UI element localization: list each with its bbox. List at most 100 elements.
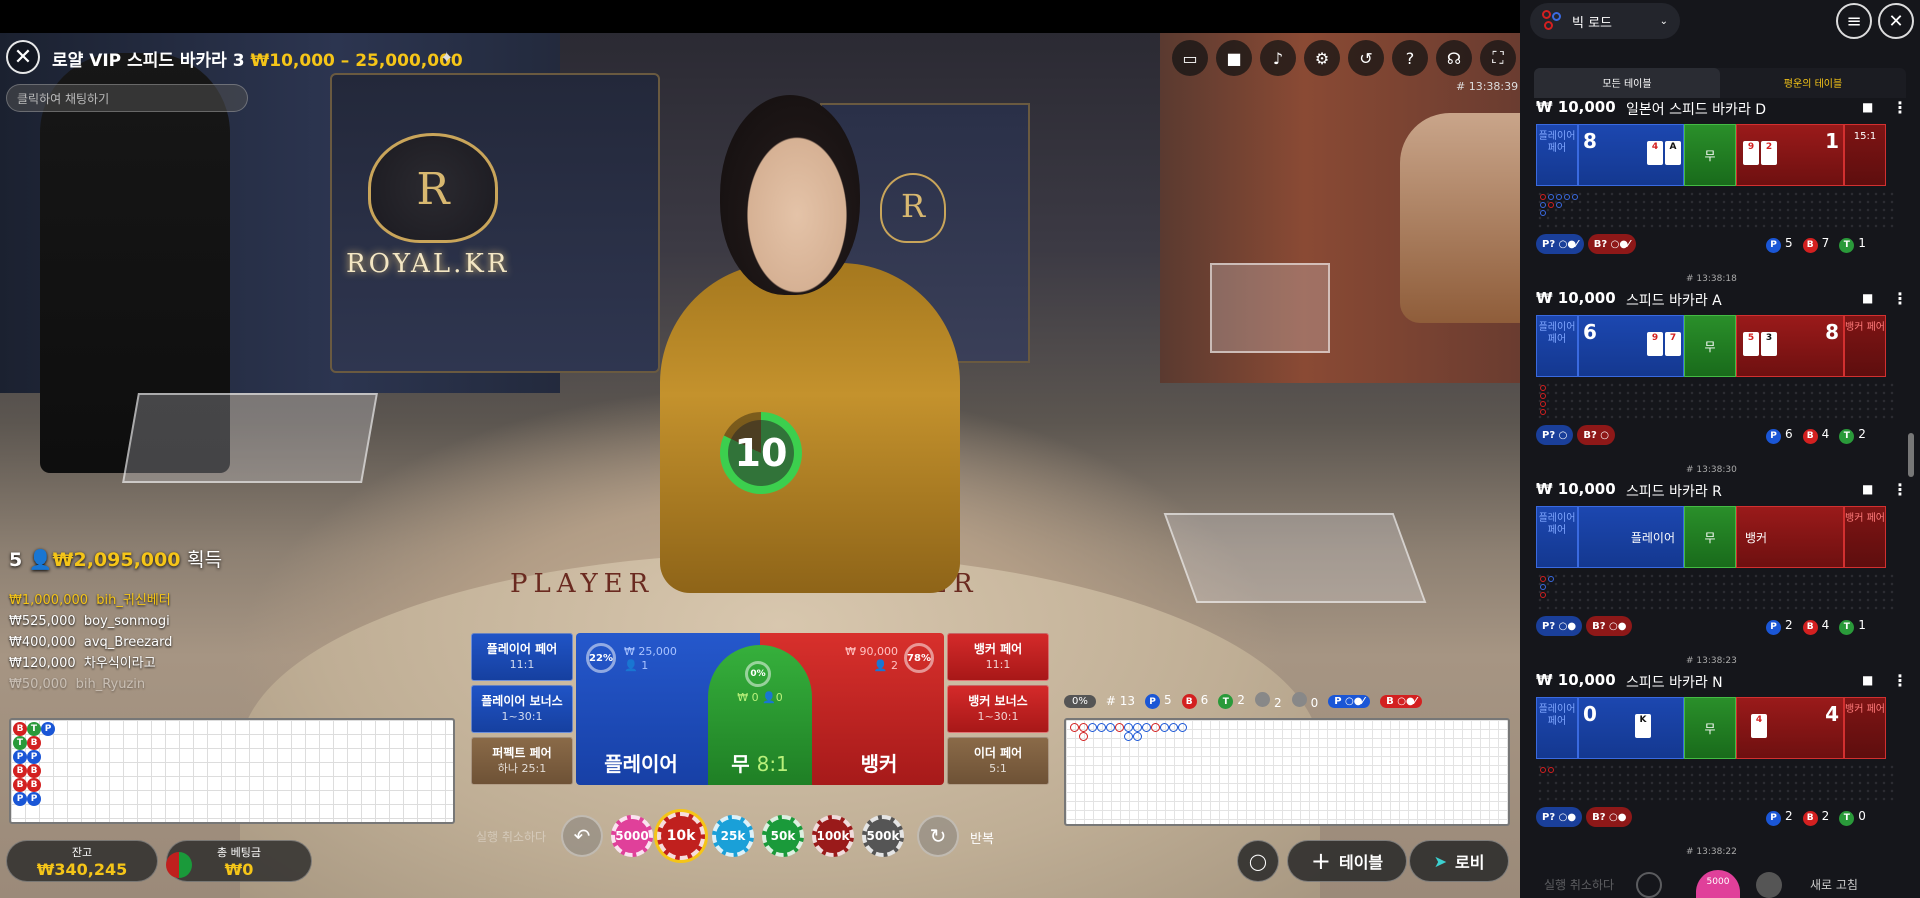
banker-prediction[interactable]: B ○●⁄ (1380, 694, 1423, 708)
chat-icon[interactable]: ▭ (1172, 40, 1208, 76)
user-icon: 👤 (762, 691, 776, 704)
winner-row: ₩50,000 bih_Ryuzin (9, 677, 146, 692)
chip-50k[interactable]: 50k (762, 815, 804, 857)
more-icon[interactable]: ⋮ (1892, 289, 1908, 308)
tie-bet[interactable]: 0% ₩ 0 👤0 무 8:1 (708, 645, 812, 785)
undo-icon[interactable]: ↶ (561, 815, 603, 857)
perfect-pair-bet[interactable]: 퍼펙트 페어 하나 25:1 (471, 737, 573, 785)
history-icon[interactable]: ↺ (1348, 40, 1384, 76)
close-icon[interactable]: ✕ (6, 40, 40, 74)
round-clock: # 13:38:39 (1456, 80, 1519, 93)
repeat-icon[interactable]: ↻ (917, 815, 959, 857)
chip-25k[interactable]: 25k (712, 815, 754, 857)
big-road-result (1097, 723, 1106, 732)
lobby-button[interactable]: ➤ 로비 (1409, 840, 1509, 882)
big-road-result (1088, 723, 1097, 732)
close-icon[interactable]: ✕ (1878, 3, 1914, 39)
big-road-result (1124, 732, 1133, 741)
dealer-head (720, 95, 860, 295)
table-card[interactable]: ₩ 10,000 스피드 바카라 R ■ ⋮ 플레이어 페어 플레이어 무 뱅커… (1534, 480, 1918, 666)
bead-road-result: T (13, 736, 27, 750)
bead-road-result: B (27, 736, 41, 750)
bead-road-result: P (27, 792, 41, 806)
more-icon[interactable]: ⋮ (1892, 480, 1908, 499)
repeat-label: 반복 (970, 832, 994, 847)
banker-bet-info: ₩ 90,000 👤 2 (845, 645, 898, 672)
refresh-icon[interactable] (1756, 872, 1782, 898)
winners-list: ₩1,000,000 bih_귀신베터 ₩525,000 boy_sonmogi… (9, 590, 172, 695)
dealer-assistant (1400, 113, 1520, 323)
chat-input[interactable]: 클릭하여 채팅하기 (6, 84, 248, 112)
big-road-result (1124, 723, 1133, 732)
bead-road-result: B (13, 722, 27, 736)
top-toolbar: ▭ ■ ♪ ⚙ ↺ ? ☊ ⛶ (1172, 40, 1516, 76)
dealer (660, 263, 960, 593)
big-road[interactable] (1064, 718, 1510, 826)
banker-prediction[interactable]: B? ○●⁄ (1587, 234, 1636, 254)
volume-icon[interactable]: ♪ (1260, 40, 1296, 76)
player-prediction[interactable]: P ○●⁄ (1328, 694, 1371, 708)
add-table-button[interactable]: + 테이블 (1287, 840, 1407, 882)
road-logo-icon (1542, 10, 1564, 32)
either-pair-bet[interactable]: 이더 페어 5:1 (947, 737, 1049, 785)
banker-bonus-bet[interactable]: 뱅커 보너스 1~30:1 (947, 685, 1049, 733)
bead-road-result: P (41, 722, 55, 736)
user-icon: 👤 (28, 549, 53, 571)
bead-road-result: P (13, 792, 27, 806)
chip-icon[interactable]: 5000 (1696, 870, 1740, 898)
banker-pair-bet[interactable]: 뱅커 페어 11:1 (947, 633, 1049, 681)
result-counts: P6 B4 T2 (1766, 427, 1866, 444)
undo-icon[interactable] (1636, 872, 1662, 898)
bead-road-result: B (13, 764, 27, 778)
fullscreen-icon[interactable]: ⛶ (1480, 40, 1516, 76)
lobby-arrow-icon: ➤ (1433, 851, 1447, 871)
banker-prediction[interactable]: B? ○● (1586, 616, 1633, 636)
table-filter-tabs: 모든 테이블 평운의 테이블 (1534, 68, 1906, 98)
bead-road-result: T (27, 722, 41, 736)
chip-100k[interactable]: 100k (812, 815, 854, 857)
winner-row: ₩525,000 boy_sonmogi (9, 614, 170, 629)
tab-favorite-tables[interactable]: 평운의 테이블 (1720, 68, 1906, 98)
bead-road-result: P (13, 750, 27, 764)
road-type-select[interactable]: 빅 로드 ⌄ (1530, 3, 1680, 39)
video-icon[interactable]: ■ (1216, 40, 1252, 76)
royal-crest-logo: R (368, 133, 498, 243)
settings-icon[interactable]: ⚙ (1304, 40, 1340, 76)
road-stats: 0% # 13 P5 B6 T2 2 0 P ○●⁄ B ○●⁄ (1064, 690, 1510, 712)
support-icon[interactable]: ☊ (1436, 40, 1472, 76)
result-counts: P2 B2 T0 (1766, 809, 1866, 826)
help-icon[interactable]: ? (1392, 40, 1428, 76)
chip-500k[interactable]: 500k (862, 815, 904, 857)
more-icon[interactable]: ⋮ (1892, 671, 1908, 690)
player-pair-bet[interactable]: 플레이어 페어 11:1 (471, 633, 573, 681)
table-card[interactable]: ₩ 10,000 스피드 바카라 N ■ ⋮ 플레이어 페어 0 K 무 4 4… (1534, 671, 1918, 857)
table-card[interactable]: ₩ 10,000 일본어 스피드 바카라 D ■ ⋮ 플레이어 페어 8 4 A… (1534, 98, 1918, 284)
chip-stack-icon (166, 852, 192, 878)
bead-road[interactable]: BTPTBPPBBBBPP (9, 718, 455, 824)
player-prediction[interactable]: P? ○ (1536, 425, 1574, 445)
player-bonus-bet[interactable]: 플레이어 보너스 1~30:1 (471, 685, 573, 733)
player-prediction[interactable]: P? ○● (1536, 616, 1583, 636)
tab-all-tables[interactable]: 모든 테이블 (1534, 68, 1720, 98)
mini-road (1536, 572, 1896, 612)
pin-icon[interactable]: ✦ (440, 48, 453, 67)
more-icon[interactable]: ⋮ (1892, 98, 1908, 117)
mini-road (1536, 763, 1896, 803)
bead-road-result: B (27, 778, 41, 792)
winner-row: ₩400,000 avq_Breezard (9, 635, 173, 650)
big-road-result (1169, 723, 1178, 732)
player-prediction[interactable]: P? ○●⁄ (1536, 234, 1584, 254)
chip-5000[interactable]: 5000 (611, 815, 653, 857)
menu-icon[interactable]: ≡ (1836, 3, 1872, 39)
player-bet-info: ₩ 25,000 👤 1 (624, 645, 677, 672)
chip-10k[interactable]: 10k (657, 812, 705, 860)
user-icon: 👤 (624, 659, 638, 672)
banker-prediction[interactable]: B? ○ (1577, 425, 1616, 445)
banker-prediction[interactable]: B? ○● (1586, 807, 1633, 827)
big-road-result (1133, 723, 1142, 732)
big-road-result (1151, 723, 1160, 732)
player-prediction[interactable]: P? ○● (1536, 807, 1583, 827)
table-card[interactable]: ₩ 10,000 스피드 바카라 A ■ ⋮ 플레이어 페어 6 9 7 무 5… (1534, 289, 1918, 475)
chip-settings-icon[interactable]: ◯ (1237, 840, 1279, 882)
panel-scrollbar[interactable] (1908, 433, 1914, 477)
